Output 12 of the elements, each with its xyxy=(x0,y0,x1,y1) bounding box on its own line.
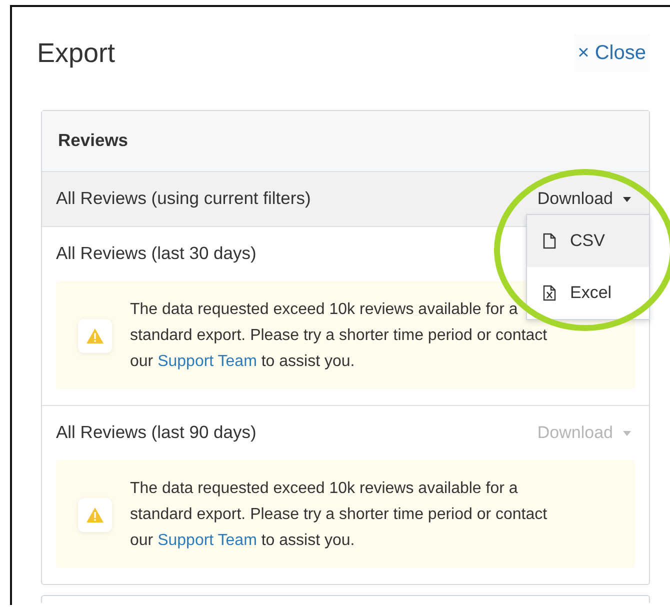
dialog-title: Export xyxy=(37,37,116,70)
menu-item[interactable]: Excel xyxy=(527,266,649,318)
row-label: All Reviews (using current filters) xyxy=(56,187,311,210)
download-dropdown[interactable]: Download xyxy=(533,184,635,214)
close-button[interactable]: × Close xyxy=(574,34,650,72)
row-label: All Reviews (last 90 days) xyxy=(56,421,256,444)
warning-message: The data requested exceed 10k reviews available for a standard export. Please try a shorter time period or contact our Support Team to assist you. xyxy=(130,478,548,550)
section-header: Reviews xyxy=(42,110,649,172)
menu-item[interactable]: CSV xyxy=(527,214,649,266)
row-label: All Reviews (last 30 days) xyxy=(56,242,256,266)
support-team-link[interactable]: Support Team xyxy=(158,352,257,370)
support-team-link[interactable]: Support Team xyxy=(158,532,257,548)
